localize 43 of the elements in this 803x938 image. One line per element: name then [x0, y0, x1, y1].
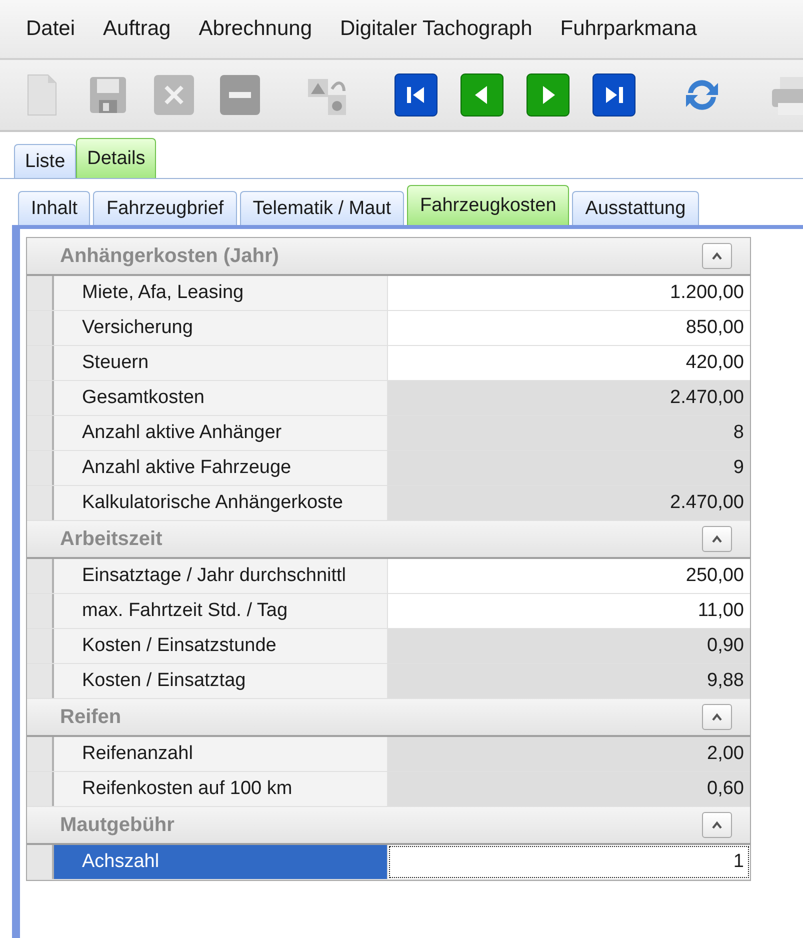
- detail-tab[interactable]: Fahrzeugkosten: [407, 185, 570, 225]
- value-field[interactable]: 1: [388, 845, 750, 879]
- value-cell: 9,88: [388, 664, 750, 698]
- value-field[interactable]: 420,00: [388, 346, 750, 380]
- collapse-button[interactable]: [702, 704, 732, 730]
- skip-first-icon[interactable]: [394, 73, 438, 117]
- detail-tab[interactable]: Inhalt: [18, 191, 90, 225]
- value-field[interactable]: 1.200,00: [388, 276, 750, 310]
- chevron-icon: [711, 713, 723, 721]
- value-field[interactable]: 250,00: [388, 559, 750, 593]
- value-cell: 0,90: [388, 629, 750, 663]
- value-cell: 9: [388, 451, 750, 485]
- view-tab[interactable]: Details: [76, 138, 156, 178]
- previous-icon[interactable]: [460, 73, 504, 117]
- value-cell: 2,00: [388, 737, 750, 771]
- menu-item[interactable]: Abrechnung: [184, 17, 326, 41]
- value-cell: 8: [388, 416, 750, 450]
- value-field[interactable]: 850,00: [388, 311, 750, 345]
- property-label[interactable]: Achszahl: [54, 845, 388, 879]
- section-title: Arbeitszeit: [60, 528, 162, 550]
- collapse-button[interactable]: [702, 243, 732, 269]
- menu-item[interactable]: Fuhrparkmana: [546, 17, 711, 41]
- section-title: Mautgebühr: [60, 814, 174, 836]
- menu-item[interactable]: Auftrag: [89, 17, 185, 41]
- collapse-button[interactable]: [702, 812, 732, 838]
- section-title: Anhängerkosten (Jahr): [60, 244, 279, 268]
- collapse-button[interactable]: [702, 526, 732, 552]
- chevron-icon: [711, 821, 723, 829]
- skip-last-icon[interactable]: [592, 73, 636, 117]
- chevron-icon: [711, 535, 723, 543]
- chevron-icon: [711, 252, 723, 260]
- value-cell: 2.470,00: [388, 486, 750, 520]
- value-cell: 2.470,00: [388, 381, 750, 415]
- value-cell: 0,60: [388, 772, 750, 806]
- menu-item[interactable]: Datei: [12, 17, 90, 41]
- menu-item[interactable]: Digitaler Tachograph: [326, 17, 546, 41]
- value-field[interactable]: 11,00: [388, 594, 750, 628]
- view-tab[interactable]: Liste: [14, 144, 76, 178]
- section-title: Reifen: [60, 706, 122, 728]
- detail-tab[interactable]: Telematik / Maut: [240, 191, 404, 225]
- next-icon[interactable]: [526, 73, 570, 117]
- detail-tab[interactable]: Ausstattung: [572, 191, 699, 225]
- detail-tab[interactable]: Fahrzeugbrief: [93, 191, 237, 225]
